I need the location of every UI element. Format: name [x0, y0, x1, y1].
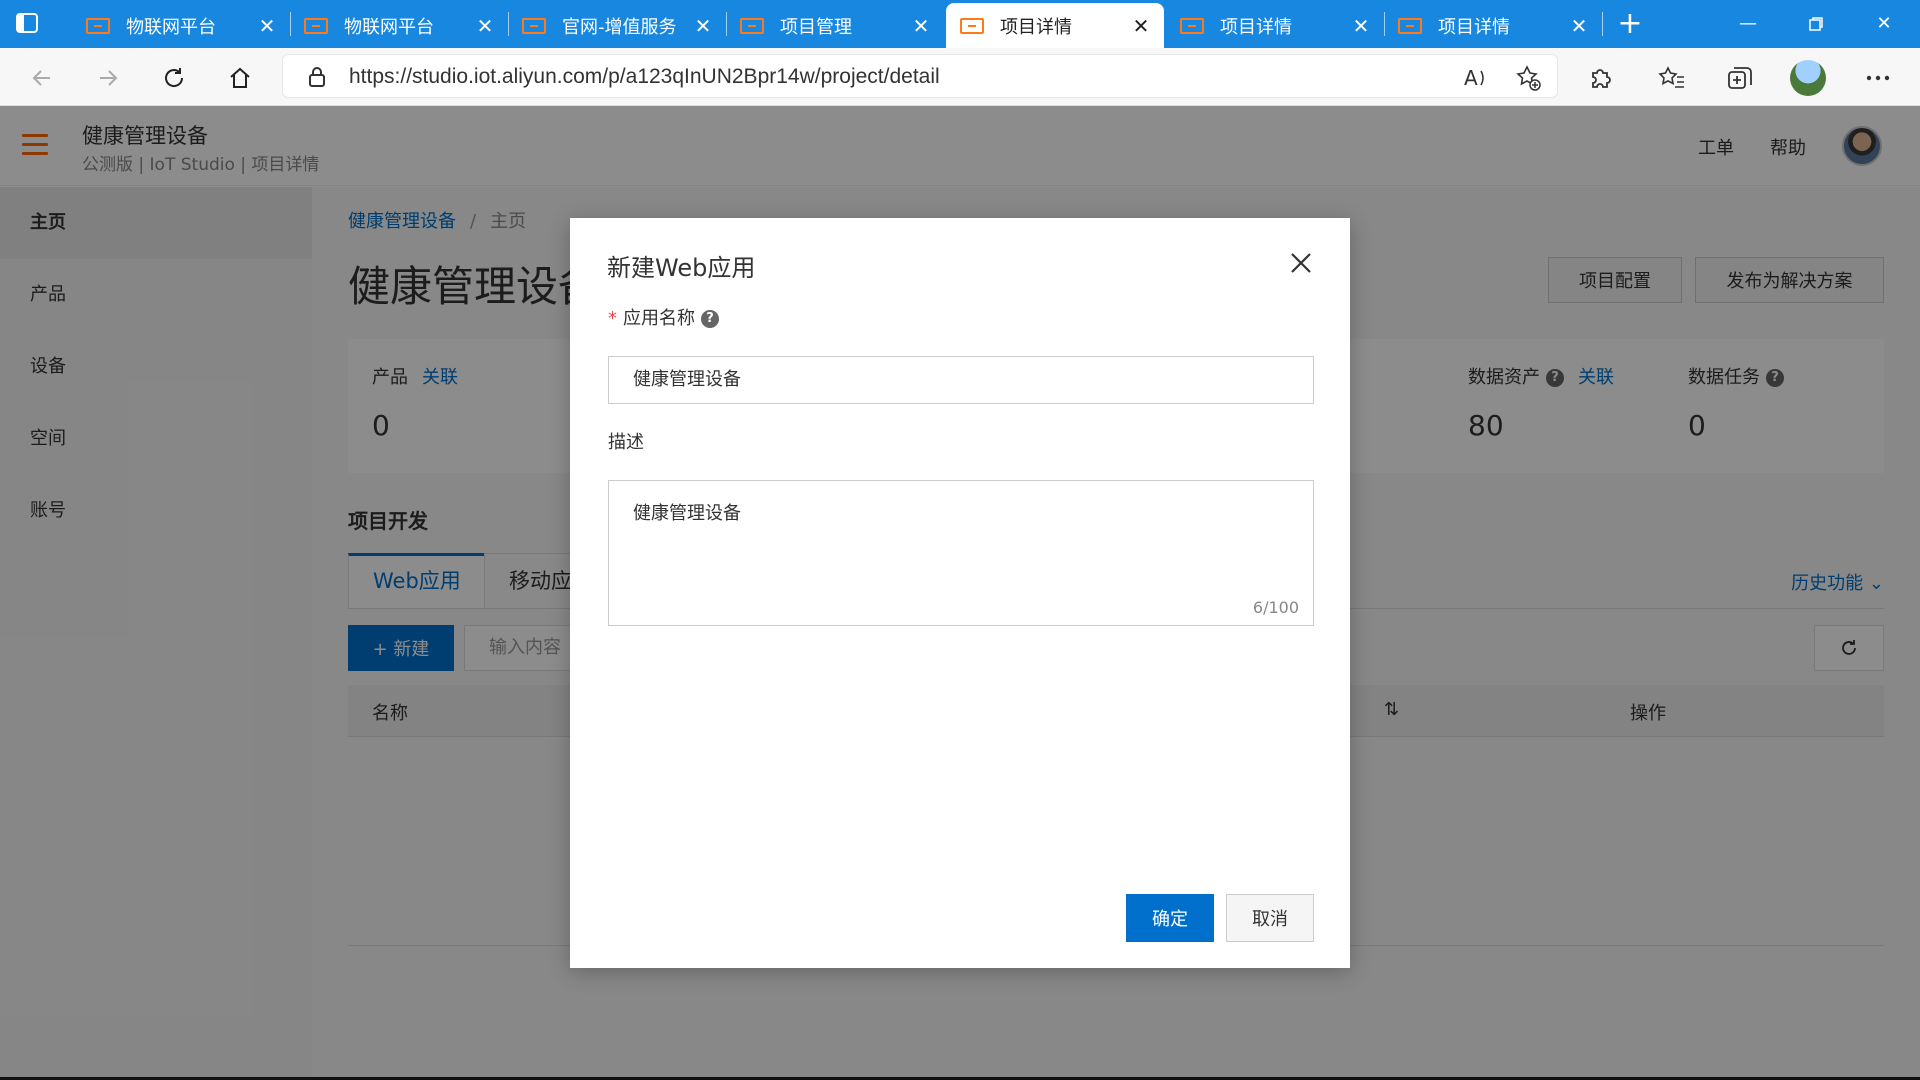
aliyun-favicon-icon	[1398, 17, 1422, 34]
browser-tab-active[interactable]: 项目详情 ✕	[946, 3, 1164, 48]
browser-tab[interactable]: 物联网平台 ✕	[72, 3, 290, 48]
tab-title: 项目详情	[1220, 16, 1292, 38]
description-textarea[interactable]: 健康管理设备 6/100	[608, 480, 1314, 626]
tab-title: 项目详情	[1438, 16, 1510, 38]
aliyun-favicon-icon	[86, 17, 110, 34]
confirm-button[interactable]: 确定	[1126, 894, 1214, 942]
browser-toolbar: https://studio.iot.aliyun.com/p/a123qInU…	[0, 48, 1920, 106]
tab-actions-icon[interactable]	[14, 10, 56, 38]
char-counter: 6/100	[1252, 598, 1299, 617]
favorites-icon[interactable]	[1654, 60, 1690, 96]
app-name-label: * 应用名称?	[608, 304, 719, 330]
tab-title: 项目管理	[780, 16, 852, 38]
aliyun-favicon-icon	[522, 17, 546, 34]
more-icon[interactable]	[1860, 60, 1896, 96]
reload-icon[interactable]	[156, 60, 192, 96]
required-mark: *	[608, 308, 617, 329]
new-tab-icon[interactable]: +	[1612, 6, 1648, 42]
aliyun-favicon-icon	[1180, 17, 1204, 34]
browser-profile-avatar[interactable]	[1790, 60, 1826, 96]
tab-close-icon[interactable]: ✕	[1564, 14, 1594, 38]
description-label: 描述	[608, 432, 644, 453]
tab-close-icon[interactable]: ✕	[1346, 14, 1376, 38]
cancel-button[interactable]: 取消	[1226, 894, 1314, 942]
new-web-app-dialog: 新建Web应用 * 应用名称? 健康管理设备 描述 健康管理设备 6/100 确定…	[570, 218, 1350, 968]
tab-title: 官网-增值服务	[562, 16, 677, 38]
collections-icon[interactable]	[1722, 60, 1758, 96]
app-name-input[interactable]: 健康管理设备	[608, 356, 1314, 404]
dialog-title: 新建Web应用	[607, 254, 756, 282]
window-close-icon[interactable]: ✕	[1862, 8, 1906, 40]
close-icon[interactable]	[1286, 248, 1316, 278]
tab-close-icon[interactable]: ✕	[688, 14, 718, 38]
extensions-icon[interactable]	[1582, 60, 1618, 96]
back-icon[interactable]	[24, 60, 60, 96]
browser-tab[interactable]: 项目详情 ✕	[1384, 3, 1602, 48]
browser-tab[interactable]: 项目管理 ✕	[726, 3, 944, 48]
home-icon[interactable]	[222, 60, 258, 96]
address-bar[interactable]: https://studio.iot.aliyun.com/p/a123qInU…	[282, 54, 1558, 98]
aliyun-favicon-icon	[304, 17, 328, 34]
forward-icon[interactable]	[90, 60, 126, 96]
app-name-label-text: 应用名称	[623, 308, 695, 329]
lock-icon[interactable]	[307, 66, 327, 93]
tab-close-icon[interactable]: ✕	[470, 14, 500, 38]
svg-text:A: A	[1464, 66, 1478, 90]
restore-icon[interactable]	[1794, 8, 1838, 40]
tab-close-icon[interactable]: ✕	[1126, 14, 1156, 38]
minimize-icon[interactable]: —	[1726, 8, 1770, 40]
browser-tab[interactable]: 物联网平台 ✕	[290, 3, 508, 48]
read-aloud-icon[interactable]: A	[1463, 65, 1489, 91]
tab-title: 物联网平台	[126, 16, 216, 38]
browser-tab[interactable]: 项目详情 ✕	[1166, 3, 1384, 48]
add-favorite-icon[interactable]	[1515, 65, 1541, 91]
tab-separator	[1602, 12, 1603, 36]
aliyun-favicon-icon	[960, 17, 984, 34]
tab-title: 项目详情	[1000, 16, 1072, 38]
description-text: 健康管理设备	[633, 503, 741, 524]
browser-tab-strip: 物联网平台 ✕ 物联网平台 ✕ 官网-增值服务 ✕ 项目管理 ✕ 项目详情 ✕ …	[0, 0, 1920, 48]
tab-close-icon[interactable]: ✕	[906, 14, 936, 38]
tab-title: 物联网平台	[344, 16, 434, 38]
browser-tab[interactable]: 官网-增值服务 ✕	[508, 3, 726, 48]
aliyun-favicon-icon	[740, 17, 764, 34]
tab-close-icon[interactable]: ✕	[252, 14, 282, 38]
url-text: https://studio.iot.aliyun.com/p/a123qInU…	[349, 65, 940, 88]
help-icon[interactable]: ?	[701, 310, 719, 328]
